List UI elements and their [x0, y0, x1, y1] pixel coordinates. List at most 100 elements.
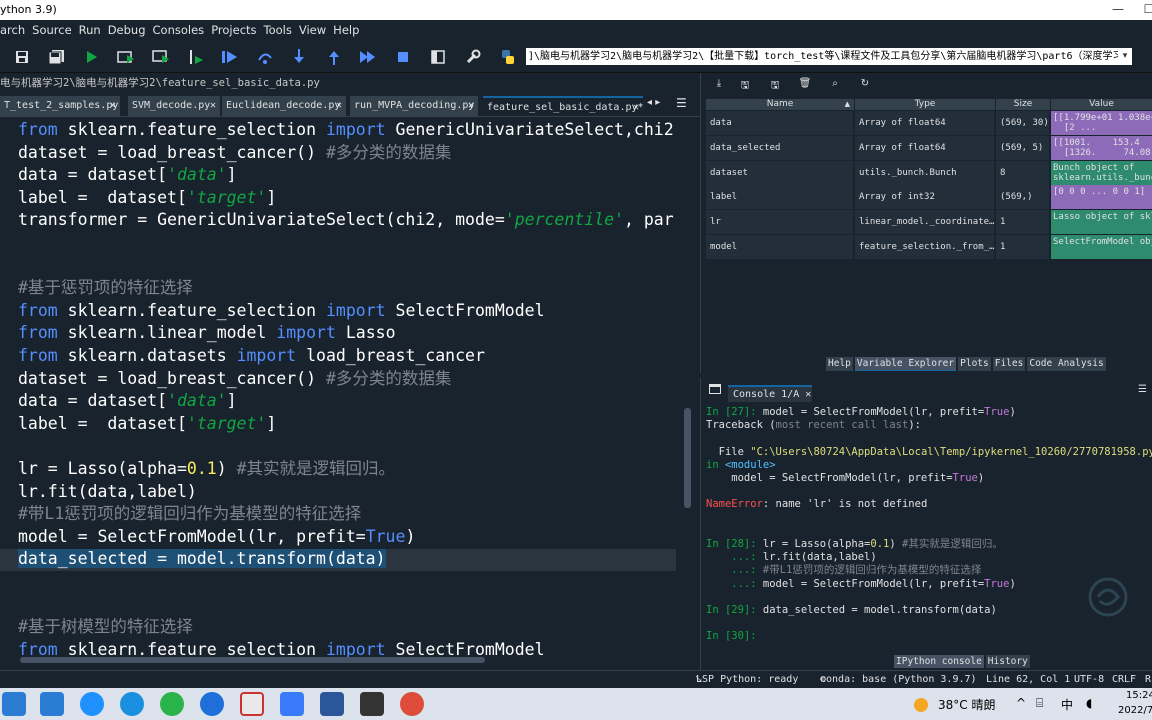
menu-view[interactable]: View [299, 23, 326, 37]
taskbar-wps-icon[interactable] [240, 692, 264, 716]
tab-euclidean-decode[interactable]: Euclidean_decode.py ✕ [222, 96, 346, 116]
variable-row[interactable]: dataset utils._bunch.Bunch 8 Bunch object o… [706, 160, 1152, 185]
taskbar-360-icon[interactable] [160, 692, 184, 716]
tray-up-arrow-icon[interactable]: ^ [1016, 696, 1026, 710]
col-header-value[interactable]: Value [1051, 99, 1152, 110]
tab-history[interactable]: History [985, 655, 1030, 668]
code-line[interactable]: from sklearn.linear_model import Lasso [18, 322, 396, 344]
continue-icon[interactable] [356, 46, 380, 68]
variable-row[interactable]: label Array of int32 (569,) [0 0 0 ... 0 0 … [706, 185, 1152, 210]
step-into-icon[interactable] [287, 46, 311, 68]
tab-console-1a[interactable]: Console 1/A ✕ [728, 385, 812, 402]
close-icon[interactable]: ✕ [110, 96, 116, 116]
code-line[interactable]: lr = Lasso(alpha=0.1) #其实就是逻辑回归。 [18, 458, 395, 480]
variable-row[interactable]: lr linear_model._coordinate… 1 Lasso object… [706, 210, 1152, 235]
tab-menu-icon[interactable]: ☰ [676, 96, 687, 110]
clock-date[interactable]: 2022/7 [1118, 705, 1152, 716]
stop-icon[interactable] [391, 46, 415, 68]
close-icon[interactable]: ✕ [210, 96, 216, 116]
tab-svm-decode[interactable]: SVM_decode.py ✕ [128, 96, 220, 116]
console-menu-icon[interactable]: ☰ [1138, 384, 1148, 395]
code-line[interactable]: #基于惩罚项的特征选择 [18, 277, 193, 299]
menu-run[interactable]: Run [79, 23, 101, 37]
code-line[interactable]: model = SelectFromModel(lr, prefit=True) [18, 526, 415, 548]
menu-search[interactable]: arch [0, 23, 25, 37]
working-directory-input[interactable]: ]\脑电与机器学习2\脑电与机器学习2\【批量下载】torch_test等\课程… [526, 48, 1118, 65]
import-data-icon[interactable]: ⤓ [709, 78, 729, 94]
code-line[interactable]: dataset = load_breast_cancer() #多分类的数据集 [18, 142, 451, 164]
code-line[interactable]: dataset = load_breast_cancer() #多分类的数据集 [18, 368, 451, 390]
clock-time[interactable]: 15:24 [1126, 690, 1152, 701]
code-line[interactable]: from sklearn.feature_selection import Ge… [18, 119, 674, 141]
code-line[interactable]: data_selected = model.transform(data) [18, 548, 386, 570]
col-header-size[interactable]: Size [996, 99, 1050, 110]
run-cell-icon[interactable] [114, 46, 138, 68]
menu-help[interactable]: Help [333, 23, 359, 37]
variable-row[interactable]: data_selected Array of float64 (569, 5) [[1… [706, 135, 1152, 160]
code-line[interactable]: label = dataset['target'] [18, 413, 276, 435]
close-icon[interactable]: ✕ [468, 96, 474, 116]
taskbar-browser-icon[interactable] [200, 692, 224, 716]
code-line[interactable]: transformer = GenericUnivariateSelect(ch… [18, 209, 674, 231]
menu-consoles[interactable]: Consoles [153, 23, 205, 37]
tab-t-test[interactable]: T_test_2_samples.py ✕ [0, 96, 120, 116]
network-icon[interactable]: ⌸ [1036, 696, 1043, 711]
code-line[interactable]: #带L1惩罚项的逻辑回归作为基模型的特征选择 [18, 503, 361, 525]
col-header-name[interactable]: Name ▲ [706, 99, 854, 110]
save-data-icon[interactable]: 🖫 [735, 78, 755, 94]
minimize-button[interactable]: — [1103, 0, 1133, 20]
save-as-icon[interactable]: 🖫 [765, 78, 785, 94]
code-editor[interactable]: from sklearn.feature_selection import Ge… [0, 118, 695, 662]
save-all-icon[interactable] [45, 46, 69, 68]
search-icon[interactable]: ⌕ [825, 78, 845, 94]
close-icon[interactable]: ✕ [805, 389, 811, 400]
code-line[interactable]: from sklearn.feature_selection import Se… [18, 300, 545, 322]
taskbar-terminal-icon[interactable] [360, 692, 384, 716]
editor-horizontal-scrollbar[interactable] [20, 657, 485, 663]
save-icon[interactable] [10, 46, 34, 68]
remove-all-icon[interactable]: 🗑 [795, 78, 815, 94]
variable-row[interactable]: model feature_selection._from_… 1 SelectFro… [706, 235, 1152, 259]
tab-feature-sel[interactable]: feature_sel_basic_data.py* ✕ [483, 96, 643, 116]
editor-vertical-scrollbar[interactable] [684, 408, 691, 508]
taskbar-word-icon[interactable] [320, 692, 344, 716]
menu-projects[interactable]: Projects [211, 23, 256, 37]
tab-run-mvpa[interactable]: run_MVPA_decoding.py ✕ [350, 96, 478, 116]
close-icon[interactable]: ✕ [336, 96, 342, 116]
taskbar-app-icon[interactable] [2, 692, 26, 716]
tab-files[interactable]: Files [992, 357, 1026, 371]
taskbar-feishu-icon[interactable] [280, 692, 304, 716]
taskbar-kuwo-icon[interactable] [40, 692, 64, 716]
menu-tools[interactable]: Tools [264, 23, 292, 37]
refresh-icon[interactable]: ↻ [855, 78, 875, 94]
chevron-down-icon[interactable]: ▾ [1118, 48, 1132, 65]
debug-icon[interactable] [218, 46, 242, 68]
tab-scroll-arrows[interactable]: ◂ ▸ [647, 97, 660, 108]
wrench-icon[interactable] [461, 46, 485, 68]
tab-variable-explorer[interactable]: Variable Explorer [854, 357, 957, 371]
step-over-icon[interactable] [253, 46, 277, 68]
run-selection-icon[interactable] [184, 46, 208, 68]
tab-plots[interactable]: Plots [958, 357, 991, 371]
close-icon[interactable]: ✕ [633, 98, 639, 116]
variable-row[interactable]: data Array of float64 (569, 30) [[1.799e+01… [706, 111, 1152, 135]
code-line[interactable]: #基于树模型的特征选择 [18, 616, 193, 638]
col-header-type[interactable]: Type [855, 99, 995, 110]
tab-ipython-console[interactable]: IPython console [894, 655, 984, 668]
taskbar-qq-icon[interactable] [80, 692, 104, 716]
taskbar-edge-icon[interactable] [120, 692, 144, 716]
volume-icon[interactable]: ◖ [1086, 696, 1092, 710]
maximize-button[interactable]: ☐ [1134, 0, 1152, 20]
code-line[interactable]: label = dataset['target'] [18, 187, 276, 209]
run-icon[interactable] [80, 46, 104, 68]
tab-help[interactable]: Help [826, 357, 853, 371]
taskbar-chrome-icon[interactable] [400, 692, 424, 716]
menu-source[interactable]: Source [32, 23, 72, 37]
tab-code-analysis[interactable]: Code Analysis [1027, 357, 1106, 371]
code-line[interactable]: lr.fit(data,label) [18, 481, 197, 503]
weather-text[interactable]: 38°C 晴朗 [938, 696, 995, 713]
console-window-icon[interactable] [709, 384, 721, 394]
ime-indicator[interactable]: 中 [1061, 696, 1073, 713]
code-line[interactable]: data = dataset['data'] [18, 164, 237, 186]
code-line[interactable]: data = dataset['data'] [18, 390, 237, 412]
